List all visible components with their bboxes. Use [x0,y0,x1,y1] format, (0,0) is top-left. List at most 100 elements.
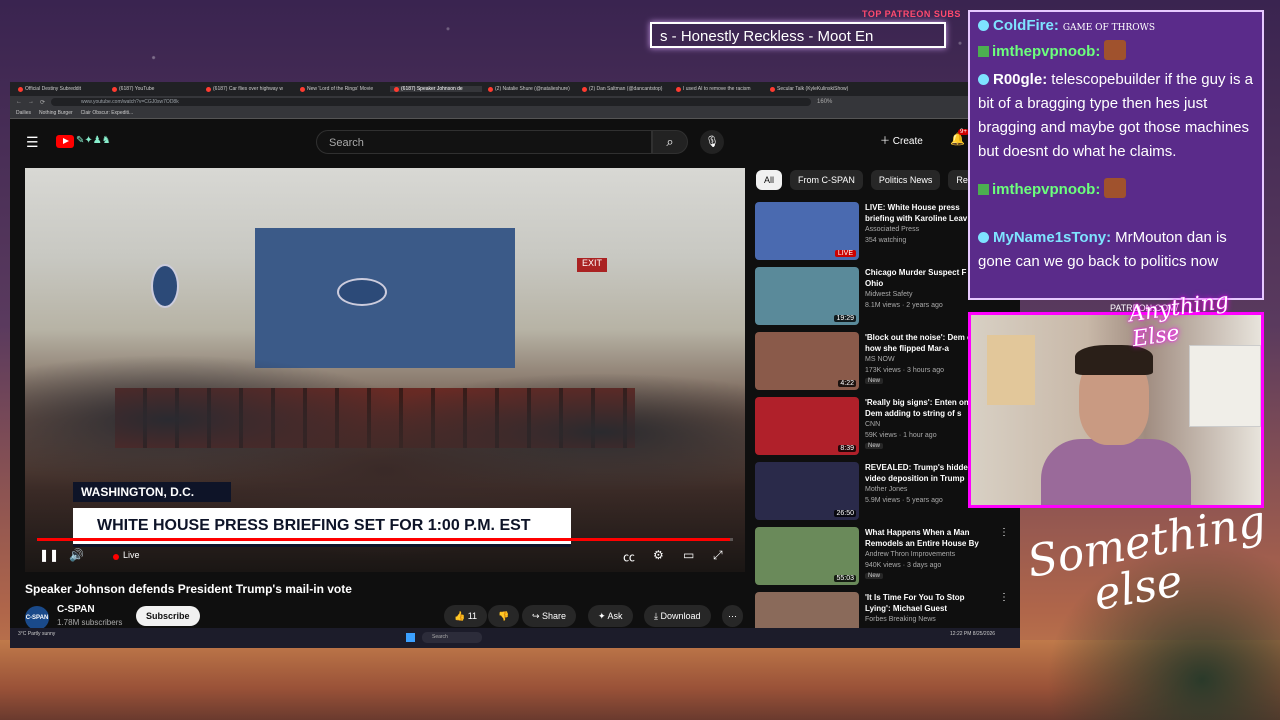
filter-chip[interactable]: All [756,170,783,190]
tab-favicon-icon [770,86,775,92]
bookmark-item[interactable]: Dailies [16,110,31,116]
sub-badge-icon [978,46,989,57]
like-count: 11 [467,611,478,621]
recommendation-thumbnail[interactable]: 19:29 [755,267,859,325]
hamburger-menu-icon[interactable]: ☰ [26,134,39,151]
download-label: Download [660,611,701,621]
white-house-seal [337,278,387,306]
tab-favicon-icon [300,86,305,92]
channel-name[interactable]: C-SPAN [57,604,95,615]
theater-mode-icon[interactable]: ▭ [683,548,694,562]
tab-favicon-icon [676,86,681,92]
captions-icon[interactable]: ㏄ [623,548,635,565]
recommendation-channel: Associated Press [865,226,920,233]
pause-icon[interactable]: ❚❚ [39,548,59,562]
duration-badge: 55:03 [834,575,856,582]
youtube-logo-icon[interactable] [56,135,74,148]
video-player[interactable]: EXIT WASHINGTON, D.C. WHITE HOUSE PRESS … [25,168,745,572]
chat-username[interactable]: imthepvpnoob: [992,181,1100,198]
browser-tab[interactable]: Secular Talk (KyleKulinskiShow) [766,86,858,92]
chat-text: GAME OF THROWS [1062,23,1156,33]
taskbar-search[interactable]: Search [422,632,482,643]
bookmark-item[interactable]: Clair Obscur: Expediti... [81,110,134,116]
recommendation-item[interactable]: 55:03 What Happens When a Man Remodels an… [755,527,1020,587]
progress-bar[interactable] [37,538,733,541]
bookmarks-bar: Dailies Nothing Burger Clair Obscur: Exped… [10,108,1020,119]
chat-badge-icon [978,232,989,243]
dislike-button[interactable]: 👎 [488,605,520,627]
browser-tab[interactable]: (2) Natalie Shure (@natalieshure) [484,86,576,92]
volume-icon[interactable]: 🔊 [69,548,84,562]
browser-tab[interactable]: (6187) Speaker Johnson de [390,86,482,92]
more-actions-button[interactable]: ⋯ [722,605,743,627]
filter-chip[interactable]: From C-SPAN [790,170,863,190]
recommendation-thumbnail[interactable]: 55:03 [755,527,859,585]
share-button[interactable]: ↪ Share [522,605,577,627]
recommendation-channel: CNN [865,421,881,428]
tab-label: Official Destiny Subreddit [25,86,82,92]
recommendation-title: 'Block out the noise': Dem on how she fl… [865,333,977,353]
lamp [987,335,1035,405]
more-vert-icon[interactable]: ⋮ [999,592,1009,603]
weather-widget[interactable]: 3°C Partly sunny [18,631,55,637]
browser-tab[interactable]: (6187) YouTube [108,86,200,92]
tab-label: New 'Lord of the Rings' Movie [307,86,374,92]
download-button[interactable]: ⤓ Download [644,605,711,627]
forward-icon[interactable]: → [28,99,34,105]
url-field[interactable]: www.youtube.com/watch?v=CGJ0sw7OD8k [51,98,812,106]
doodle-logo-icon[interactable]: ✎✦♟♞ [76,135,111,146]
search-input[interactable]: Search [316,130,652,154]
tab-label: I used AI to remove the racism [683,86,751,92]
recommendation-meta: 940K views · 3 days ago [865,562,942,569]
more-vert-icon[interactable]: ⋮ [999,527,1009,538]
recommendation-thumbnail[interactable]: LIVE [755,202,859,260]
recommendation-channel: Andrew Thron Improvements [865,551,956,558]
chat-username[interactable]: R00gle: [993,71,1047,88]
new-badge: New [865,378,884,384]
recommendation-thumbnail[interactable]: 8:39 [755,397,859,455]
live-label[interactable]: Live [123,550,140,560]
wall-seal [151,264,179,308]
recommendation-channel: Midwest Safety [865,291,913,298]
tab-label: (6187) YouTube [119,86,155,92]
browser-tab[interactable]: I used AI to remove the racism [672,86,764,92]
settings-gear-icon[interactable]: ⚙ [653,548,664,562]
like-button[interactable]: 👍 11 [444,605,488,627]
create-button[interactable]: ＋ Create [880,132,923,152]
fullscreen-icon[interactable]: ⤢ [713,548,723,563]
taskbar-clock[interactable]: 12:22 PM 8/25/2026 [950,631,995,637]
recommendation-meta: 5.9M views · 5 years ago [865,497,943,504]
subscribe-button[interactable]: Subscribe [136,606,200,626]
browser-tab[interactable]: Official Destiny Subreddit [14,86,106,92]
tab-strip: Official Destiny Subreddit (6187) YouTube… [10,82,1020,96]
sub-badge-icon [978,184,989,195]
browser-tab[interactable]: New 'Lord of the Rings' Movie [296,86,388,92]
filter-chips: AllFrom C-SPANPolitics NewsRelate [756,170,991,190]
browser-tab[interactable]: (2) Dan Saltman (@dancantstop) [578,86,670,92]
voice-search-button[interactable]: 🎙 [700,130,724,154]
recommendation-title: 'Really big signs': Enten on Dem adding … [865,398,969,418]
recommendation-thumbnail[interactable]: 4:22 [755,332,859,390]
webcam-feed [968,312,1264,508]
channel-avatar[interactable]: C-SPAN [25,606,49,630]
chat-username[interactable]: ColdFire: [993,17,1059,34]
zoom-level[interactable]: 160% [817,99,832,105]
bookmark-item[interactable]: Nothing Burger [39,110,73,116]
windows-start-icon[interactable] [406,633,415,642]
tab-favicon-icon [488,86,493,92]
chat-username[interactable]: MyName1sTony: [993,229,1111,246]
stream-chat: ColdFire: GAME OF THROWS imthepvpnoob: R00g… [968,10,1264,300]
tab-label: (6187) Speaker Johnson de [401,86,463,92]
plus-icon: ＋ [880,136,893,147]
progress-fill [37,538,730,541]
chat-username[interactable]: imthepvpnoob: [992,43,1100,60]
back-icon[interactable]: ← [16,99,22,105]
search-button[interactable]: ⌕ [652,130,688,154]
browser-tab[interactable]: (6187) Car flies over highway w [202,86,294,92]
ask-button[interactable]: ✦ Ask [588,605,633,627]
live-dot-icon [113,554,119,560]
filter-chip[interactable]: Politics News [870,170,941,190]
recommendation-thumbnail[interactable]: 26:50 [755,462,859,520]
mic-icon: 🎙 [705,136,719,148]
reload-icon[interactable]: ⟳ [40,99,45,106]
